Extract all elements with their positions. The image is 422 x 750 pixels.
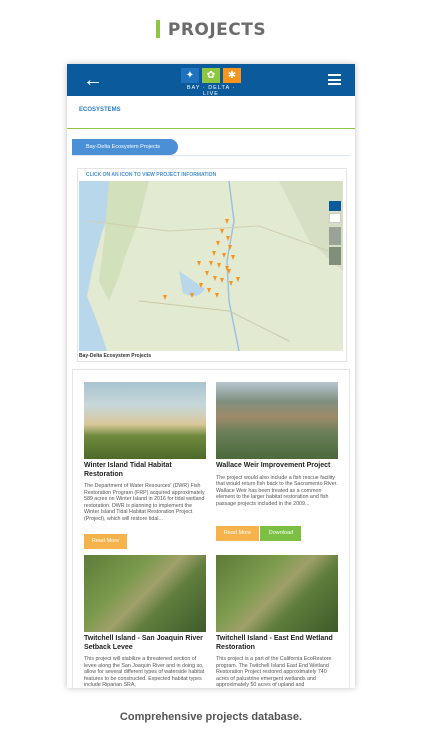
fish-icon: ✱ bbox=[223, 68, 241, 83]
project-photo bbox=[216, 555, 338, 632]
project-card[interactable]: Twitchell Island - San Joaquin River Set… bbox=[84, 555, 206, 688]
project-card[interactable]: Twitchell Island - East End Wetland Rest… bbox=[216, 555, 338, 688]
project-title[interactable]: Wallace Weir Improvement Project bbox=[216, 462, 338, 471]
map-marker-icon[interactable] bbox=[209, 261, 213, 266]
project-title[interactable]: Twitchell Island - San Joaquin River Set… bbox=[84, 635, 206, 652]
map-marker-icon[interactable] bbox=[197, 261, 201, 266]
map-instruction: CLICK ON AN ICON TO VIEW PROJECT INFORMA… bbox=[86, 172, 217, 178]
map-marker-icon[interactable] bbox=[163, 295, 167, 300]
map-marker-icon[interactable] bbox=[217, 263, 221, 268]
hamburger-menu-icon[interactable] bbox=[328, 74, 341, 85]
footer-caption: Comprehensive projects database. bbox=[119, 711, 303, 723]
page-banner: PROJECTS bbox=[0, 20, 422, 40]
map-marker-icon[interactable] bbox=[222, 253, 226, 258]
project-list: Winter Island Tidal Habitat Restoration … bbox=[72, 369, 350, 688]
download-button[interactable]: Download bbox=[260, 525, 302, 541]
map-marker-icon[interactable] bbox=[212, 251, 216, 256]
project-description: The Department of Water Resources' (DWR)… bbox=[84, 483, 205, 522]
breadcrumb[interactable]: ECOSYSTEMS bbox=[79, 107, 121, 113]
map-marker-icon[interactable] bbox=[220, 229, 224, 234]
app-logo[interactable]: ✦ ✿ ✱ BAY · DELTA · LIVE bbox=[179, 68, 243, 97]
project-title[interactable]: Twitchell Island - East End Wetland Rest… bbox=[216, 635, 338, 652]
phone-screen: ← ✦ ✿ ✱ BAY · DELTA · LIVE ECOSYSTEMS Ba… bbox=[67, 64, 355, 688]
map-marker-icon[interactable] bbox=[190, 293, 194, 298]
divider bbox=[72, 155, 350, 156]
arrow-right-icon[interactable] bbox=[329, 201, 341, 211]
map-marker-icon[interactable] bbox=[213, 276, 217, 281]
project-card[interactable]: Wallace Weir Improvement Project The pro… bbox=[216, 382, 338, 541]
tab-bay-delta-projects[interactable]: Bay-Delta Ecosystem Projects bbox=[72, 139, 178, 155]
map-marker-icon[interactable] bbox=[205, 271, 209, 276]
project-description: The project would also include a fish re… bbox=[216, 474, 338, 507]
map-marker-icon[interactable] bbox=[216, 241, 220, 246]
arrow-left-icon[interactable]: ← bbox=[83, 68, 103, 92]
divider bbox=[67, 128, 355, 129]
search-icon[interactable] bbox=[329, 213, 341, 223]
map-marker-icon[interactable] bbox=[215, 293, 219, 298]
map-marker-icon[interactable] bbox=[207, 288, 211, 293]
map-marker-icon[interactable] bbox=[229, 281, 233, 286]
map-graphic bbox=[79, 181, 343, 351]
leaf-icon: ✿ bbox=[202, 68, 220, 83]
project-description: This project will stabilize a threatened… bbox=[84, 656, 205, 688]
map-marker-icon[interactable] bbox=[199, 283, 203, 288]
brand-text: BAY · DELTA · LIVE bbox=[186, 85, 236, 97]
accent-bar bbox=[155, 20, 160, 38]
project-photo bbox=[84, 555, 206, 632]
project-photo bbox=[84, 382, 206, 459]
read-more-button[interactable]: Read More bbox=[84, 534, 127, 549]
read-more-button[interactable]: Read More bbox=[216, 525, 259, 541]
project-card[interactable]: Winter Island Tidal Habitat Restoration … bbox=[84, 382, 206, 549]
project-description: This project is a part of the California… bbox=[216, 656, 332, 688]
map-marker-icon[interactable] bbox=[228, 245, 232, 250]
map-marker-icon[interactable] bbox=[225, 219, 229, 224]
basemap-thumbnail[interactable] bbox=[329, 247, 341, 265]
map-marker-icon[interactable] bbox=[220, 278, 224, 283]
project-title[interactable]: Winter Island Tidal Habitat Restoration bbox=[84, 462, 206, 479]
map-marker-icon[interactable] bbox=[227, 269, 231, 274]
map-marker-icon[interactable] bbox=[226, 236, 230, 241]
project-map[interactable] bbox=[79, 181, 343, 351]
map-panel: CLICK ON AN ICON TO VIEW PROJECT INFORMA… bbox=[77, 168, 347, 362]
map-marker-icon[interactable] bbox=[236, 277, 240, 282]
banner-title: PROJECTS bbox=[167, 20, 267, 40]
bird-icon: ✦ bbox=[181, 68, 199, 83]
map-marker-icon[interactable] bbox=[231, 255, 235, 260]
basemap-thumbnail[interactable] bbox=[329, 227, 341, 245]
map-caption: Bay-Delta Ecosystem Projects bbox=[79, 353, 151, 359]
app-navbar: ← ✦ ✿ ✱ BAY · DELTA · LIVE bbox=[67, 64, 355, 97]
project-photo bbox=[216, 382, 338, 459]
